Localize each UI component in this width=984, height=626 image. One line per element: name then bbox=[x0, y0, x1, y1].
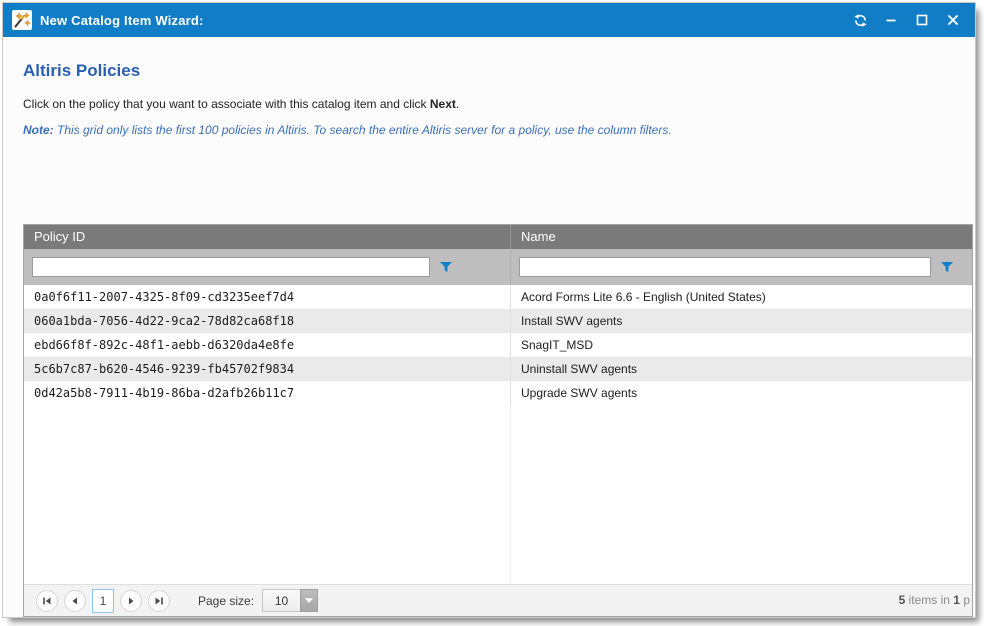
table-row[interactable]: 5c6b7c87-b620-4546-9239-fb45702f9834 Uni… bbox=[24, 357, 972, 381]
first-page-button[interactable] bbox=[36, 590, 58, 612]
wizard-window: New Catalog Item Wizard: bbox=[2, 2, 976, 618]
grid-pager: 1 Page size: 10 5 items in 1 p bbox=[24, 584, 972, 616]
policy-id-cell: 5c6b7c87-b620-4546-9239-fb45702f9834 bbox=[24, 357, 511, 381]
screen: New Catalog Item Wizard: bbox=[0, 0, 984, 626]
last-page-button[interactable] bbox=[148, 590, 170, 612]
pages-count: 1 bbox=[953, 593, 960, 607]
column-header-policy-id[interactable]: Policy ID bbox=[24, 225, 511, 249]
policy-name-cell: Acord Forms Lite 6.6 - English (United S… bbox=[511, 285, 972, 309]
name-filter-icon[interactable] bbox=[940, 261, 954, 274]
table-row[interactable]: ebd66f8f-892c-48f1-aebb-d6320da4e8fe Sna… bbox=[24, 333, 972, 357]
grid-filter-row bbox=[24, 249, 972, 285]
table-row[interactable]: 0a0f6f11-2007-4325-8f09-cd3235eef7d4 Aco… bbox=[24, 285, 972, 309]
dropdown-arrow-icon[interactable] bbox=[300, 589, 318, 612]
grid-empty-area bbox=[24, 405, 972, 584]
prev-page-button[interactable] bbox=[64, 590, 86, 612]
page-size-dropdown[interactable]: 10 bbox=[262, 589, 318, 612]
refresh-icon[interactable] bbox=[850, 10, 870, 30]
instruction-prefix: Click on the policy that you want to ass… bbox=[23, 97, 430, 111]
policy-name-cell: Install SWV agents bbox=[511, 309, 972, 333]
pager-status: 5 items in 1 p bbox=[899, 585, 970, 616]
table-row[interactable]: 0d42a5b8-7911-4b19-86ba-d2afb26b11c7 Upg… bbox=[24, 381, 972, 405]
policy-id-cell: 060a1bda-7056-4d22-9ca2-78d82ca68f18 bbox=[24, 309, 511, 333]
policy-id-cell: ebd66f8f-892c-48f1-aebb-d6320da4e8fe bbox=[24, 333, 511, 357]
instruction-next-keyword: Next bbox=[430, 97, 456, 111]
status-middle-text: items in bbox=[905, 593, 953, 607]
policy-id-filter-icon[interactable] bbox=[439, 261, 453, 274]
close-icon[interactable] bbox=[943, 10, 963, 30]
column-separator bbox=[24, 405, 511, 584]
minimize-icon[interactable] bbox=[881, 10, 901, 30]
instruction-text: Click on the policy that you want to ass… bbox=[23, 97, 975, 111]
page-size-label: Page size: bbox=[198, 594, 254, 608]
policy-name-cell: Upgrade SWV agents bbox=[511, 381, 972, 405]
instruction-suffix: . bbox=[456, 97, 459, 111]
note-body: This grid only lists the first 100 polic… bbox=[54, 123, 672, 137]
current-page-indicator[interactable]: 1 bbox=[92, 589, 114, 613]
wizard-app-icon bbox=[12, 10, 32, 30]
wizard-content: Altiris Policies Click on the policy tha… bbox=[3, 61, 975, 626]
status-suffix-text: p bbox=[960, 593, 970, 607]
page-title: Altiris Policies bbox=[23, 61, 975, 81]
name-filter-cell bbox=[511, 249, 972, 285]
policy-id-cell: 0a0f6f11-2007-4325-8f09-cd3235eef7d4 bbox=[24, 285, 511, 309]
table-row[interactable]: 060a1bda-7056-4d22-9ca2-78d82ca68f18 Ins… bbox=[24, 309, 972, 333]
window-controls bbox=[850, 10, 963, 30]
policy-id-filter-cell bbox=[24, 249, 511, 285]
next-page-button[interactable] bbox=[120, 590, 142, 612]
grid-header-row: Policy ID Name bbox=[24, 225, 972, 249]
page-size-value: 10 bbox=[262, 589, 300, 612]
policy-id-cell: 0d42a5b8-7911-4b19-86ba-d2afb26b11c7 bbox=[24, 381, 511, 405]
window-title: New Catalog Item Wizard: bbox=[40, 13, 204, 28]
policy-id-filter-input[interactable] bbox=[32, 257, 430, 277]
policy-name-cell: SnagIT_MSD bbox=[511, 333, 972, 357]
titlebar: New Catalog Item Wizard: bbox=[3, 3, 975, 37]
name-filter-input[interactable] bbox=[519, 257, 931, 277]
maximize-icon[interactable] bbox=[912, 10, 932, 30]
policy-name-cell: Uninstall SWV agents bbox=[511, 357, 972, 381]
column-header-name[interactable]: Name bbox=[511, 225, 972, 249]
note-label: Note: bbox=[23, 123, 54, 137]
policies-grid: Policy ID Name bbox=[23, 224, 973, 617]
note-text: Note: This grid only lists the first 100… bbox=[23, 123, 975, 137]
